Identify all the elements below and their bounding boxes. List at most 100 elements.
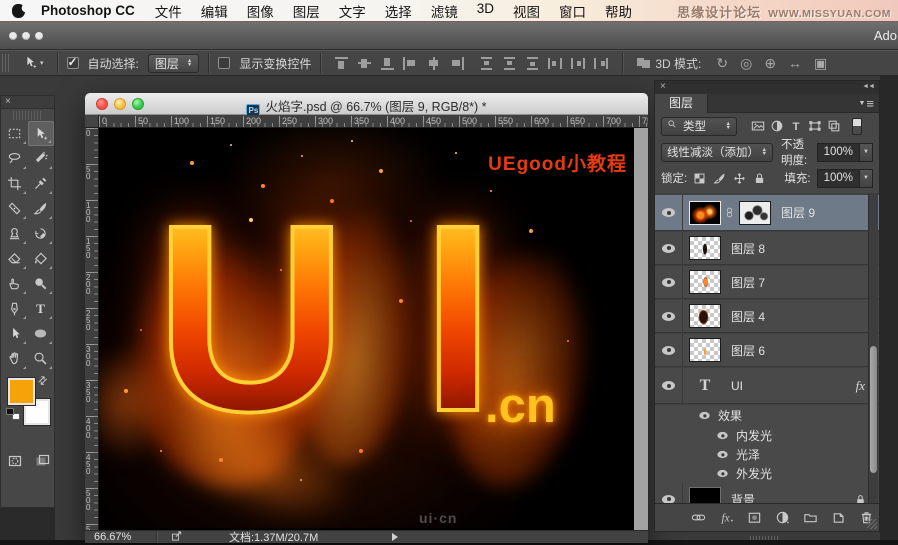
layer-name[interactable]: 图层 4 (731, 308, 765, 325)
lock-transparency-icon[interactable] (693, 172, 706, 185)
zoom-level[interactable]: 66.67% (94, 531, 142, 543)
3d-drag-icon[interactable]: ⊕ (764, 56, 776, 70)
dist-bottom-icon[interactable] (525, 57, 540, 70)
crop-tool[interactable] (2, 171, 28, 196)
auto-select-target-dropdown[interactable]: 图层 ▲▼ (148, 54, 199, 73)
quick-mask-tool[interactable] (2, 448, 28, 473)
layer-name[interactable]: 内发光 (736, 427, 772, 444)
menu-item-8[interactable]: 视图 (513, 1, 540, 21)
close-icon[interactable]: × (660, 81, 666, 92)
menu-item-4[interactable]: 文字 (339, 1, 366, 21)
visibility-eye-icon[interactable] (717, 470, 727, 477)
3d-scale-icon[interactable]: ▣ (814, 56, 827, 70)
lock-pixels-icon[interactable] (713, 172, 726, 185)
menu-item-3[interactable]: 图层 (293, 1, 320, 21)
hand-tool[interactable] (2, 346, 28, 371)
chevron-down-icon[interactable]: ▼ (859, 143, 873, 162)
layer-name[interactable]: 光泽 (736, 446, 760, 463)
visibility-eye-icon[interactable] (662, 208, 675, 217)
lock-all-icon[interactable] (753, 172, 766, 185)
tools-panel-grip[interactable] (13, 111, 42, 120)
menu-app-name[interactable]: Photoshop CC (41, 3, 135, 18)
move-tool-preset[interactable]: ▾ (19, 53, 48, 74)
dist-vcenter-icon[interactable] (502, 57, 517, 70)
layer-row-0[interactable]: 图层 9 (655, 195, 879, 231)
chevron-down-icon[interactable]: ▼ (859, 169, 873, 188)
swap-colors-icon[interactable]: ⇄ (35, 373, 51, 389)
window-dot-1[interactable] (9, 32, 17, 40)
ellipse-tool[interactable] (28, 321, 54, 346)
layer-fx-badge[interactable]: fx (856, 378, 865, 394)
dist-right-icon[interactable] (594, 57, 609, 70)
menu-item-9[interactable]: 窗口 (559, 1, 586, 21)
document-title-bar[interactable]: Ps火焰字.psd @ 66.7% (图层 9, RGB/8*) * (85, 93, 648, 115)
layer-thumbnail[interactable] (689, 270, 721, 294)
window-dot-2[interactable] (22, 32, 30, 40)
new-layer-button[interactable] (831, 510, 846, 525)
menu-item-1[interactable]: 编辑 (201, 1, 228, 21)
dist-left-icon[interactable] (548, 57, 563, 70)
layer-name[interactable]: 图层 7 (731, 274, 765, 291)
layer-name[interactable]: 图层 9 (781, 204, 815, 221)
filter-toggle[interactable] (852, 118, 862, 135)
pixel-layer-filter-icon[interactable] (751, 119, 765, 133)
dist-hcenter-icon[interactable] (571, 57, 586, 70)
magic-wand-tool[interactable] (28, 146, 54, 171)
type-tool[interactable]: T (28, 296, 54, 321)
add-layer-mask-button[interactable] (747, 510, 762, 525)
lock-position-icon[interactable] (733, 172, 746, 185)
rectangular-marquee-tool[interactable] (2, 121, 28, 146)
align-hcenter-icon[interactable] (426, 57, 441, 70)
new-group-button[interactable] (803, 510, 818, 525)
layer-name[interactable]: 图层 6 (731, 342, 765, 359)
adjustment-layer-filter-icon[interactable] (770, 119, 784, 133)
panel-menu-icon[interactable]: ▼≡ (858, 96, 874, 111)
layer-row-3[interactable]: 图层 4 (655, 300, 879, 333)
clone-stamp-tool[interactable] (2, 221, 28, 246)
layer-row-9[interactable]: 外发光 (655, 464, 879, 483)
auto-align-layers-icon[interactable] (632, 56, 640, 70)
mask-link-icon[interactable] (724, 206, 735, 219)
layer-row-6[interactable]: 效果 (655, 405, 879, 426)
visibility-eye-icon[interactable] (662, 244, 675, 253)
ruler-corner[interactable] (85, 115, 99, 128)
lasso-tool[interactable] (2, 146, 28, 171)
path-selection-tool[interactable] (2, 321, 28, 346)
horizontal-ruler[interactable]: 0501001502002503003504004505005506006507… (85, 115, 648, 128)
tab-layers[interactable]: 图层 (655, 94, 708, 113)
new-adjustment-layer-button[interactable] (775, 510, 790, 525)
align-bottom-icon[interactable] (380, 57, 395, 70)
3d-roll-icon[interactable]: ◎ (740, 56, 752, 70)
pen-tool[interactable] (2, 296, 28, 321)
eraser-tool[interactable] (2, 246, 28, 271)
shape-layer-filter-icon[interactable] (808, 119, 822, 133)
canvas[interactable]: UI .cn UEgood小教程 ui·cn (99, 128, 634, 530)
layer-name[interactable]: UI (731, 379, 743, 393)
align-top-icon[interactable] (334, 57, 349, 70)
visibility-eye-icon[interactable] (717, 451, 727, 458)
3d-rotate-icon[interactable]: ↻ (716, 56, 728, 70)
history-brush-tool[interactable] (28, 221, 54, 246)
layer-row-7[interactable]: 内发光 (655, 426, 879, 445)
vertical-ruler[interactable]: 05 01 0 01 5 02 0 02 5 03 0 03 5 04 0 04… (85, 128, 99, 530)
smudge-tool[interactable] (2, 271, 28, 296)
menu-item-10[interactable]: 帮助 (605, 1, 632, 21)
layers-scrollbar[interactable] (868, 193, 878, 505)
layer-thumbnail[interactable] (689, 201, 721, 225)
filter-type-dropdown[interactable]: 类型 ▲▼ (661, 117, 737, 136)
layer-row-4[interactable]: 图层 6 (655, 334, 879, 367)
menu-item-2[interactable]: 图像 (247, 1, 274, 21)
layer-name[interactable]: 效果 (718, 407, 742, 424)
layer-thumbnail[interactable] (689, 236, 721, 260)
dodge-tool[interactable] (28, 271, 54, 296)
fill-input[interactable]: 100% ▼ (817, 169, 873, 188)
foreground-color-swatch[interactable] (8, 378, 35, 405)
brush-tool[interactable] (28, 196, 54, 221)
layer-thumbnail[interactable] (689, 304, 721, 328)
move-tool[interactable] (28, 121, 54, 146)
eyedropper-tool[interactable] (28, 171, 54, 196)
menu-item-7[interactable]: 3D (477, 1, 494, 21)
close-icon[interactable]: × (5, 96, 11, 107)
layer-row-1[interactable]: 图层 8 (655, 232, 879, 265)
menu-item-5[interactable]: 选择 (385, 1, 412, 21)
